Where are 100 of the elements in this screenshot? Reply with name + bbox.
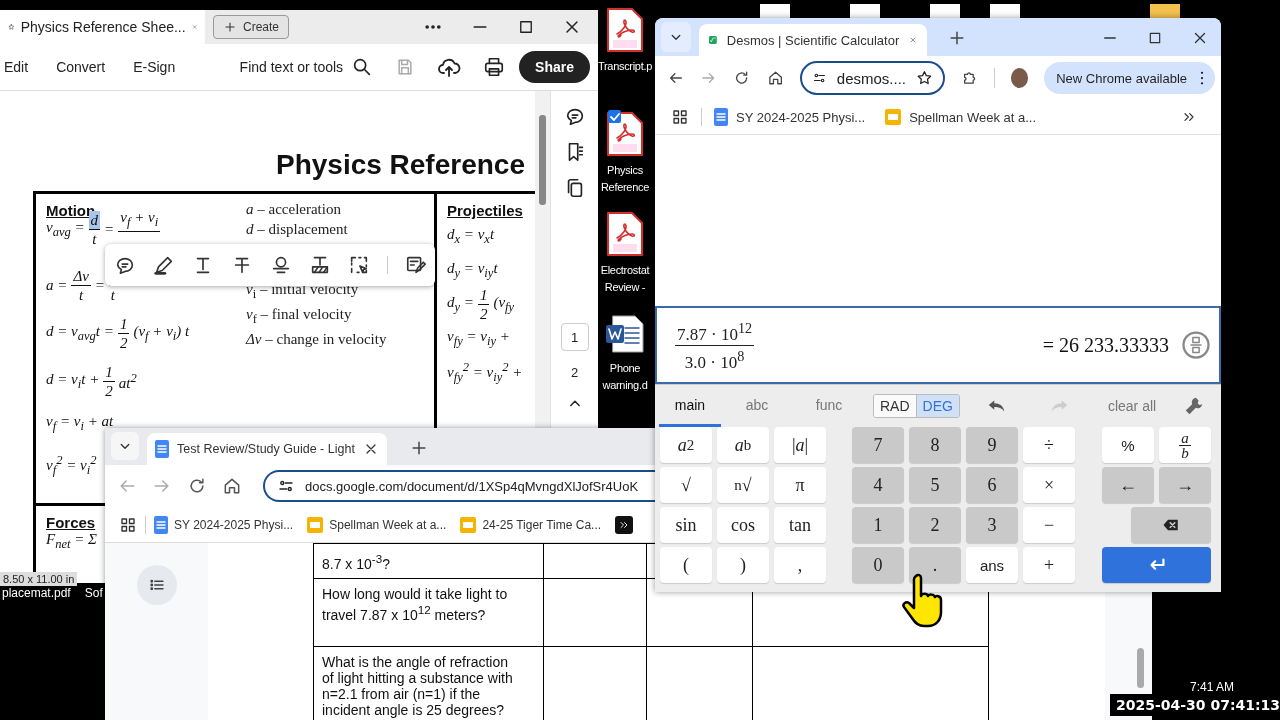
menu-item[interactable]: E-Sign <box>133 59 176 75</box>
formula: d$_{x}$ = v$_{x}$t <box>447 224 495 248</box>
bookmark-link[interactable]: 24-25 Tiger Time Ca... <box>482 517 602 532</box>
expression-input[interactable]: 7.87 · 10$^{12}$ 3.0 · 10$^{8}$ <box>675 317 755 373</box>
pen-icon[interactable] <box>152 254 175 276</box>
formula: F$_{net}$ = Σ <box>46 531 97 552</box>
clear-all-button[interactable]: clear all <box>1107 398 1157 414</box>
slides-icon <box>885 109 902 125</box>
keypad-key[interactable]: ( <box>660 547 712 583</box>
checkbox-icon[interactable] <box>608 110 621 123</box>
avatar[interactable] <box>1010 68 1029 88</box>
formula: v$_{f}$ = v$_{i}$ + at <box>46 411 114 435</box>
document-tab[interactable]: Physics Reference Shee... <box>0 10 205 44</box>
keypad-key[interactable]: 2 <box>909 507 961 543</box>
keypad-key[interactable]: , <box>774 547 826 583</box>
section-heading: Forces <box>46 514 96 531</box>
bookmark-link[interactable]: Spellman Week at a... <box>329 517 447 532</box>
definition: d – displacement <box>246 220 349 239</box>
keypad-key[interactable]: tan <box>774 507 826 543</box>
fraction-toggle-icon[interactable] <box>1181 330 1211 360</box>
keypad-key[interactable]: sin <box>660 507 712 543</box>
backspace-key[interactable] <box>1131 507 1211 543</box>
address-bar[interactable]: desmos.... <box>799 61 945 95</box>
icon-label[interactable]: Transcript.p <box>596 58 654 75</box>
outline-button[interactable] <box>136 565 177 605</box>
keypad-key[interactable]: → <box>1159 467 1211 503</box>
bookmark-link[interactable]: SY 2024-2025 Physi... <box>174 517 294 532</box>
formula: d$_{y}$ = v$_{iy}$t <box>447 258 498 282</box>
page-number[interactable]: 2 <box>561 359 588 385</box>
reload-icon[interactable] <box>187 476 207 496</box>
keypad-key[interactable]: 8 <box>909 427 961 463</box>
maximize-icon[interactable] <box>517 18 535 36</box>
scrollbar-thumb[interactable] <box>539 115 546 205</box>
bookmark-link[interactable]: SY 2024-2025 Physi... <box>736 109 866 125</box>
browser-tab[interactable]: Test Review/Study Guide - Light <box>147 433 387 465</box>
pdf-file-icon[interactable] <box>607 212 643 256</box>
home-icon[interactable] <box>222 476 242 496</box>
keypad-key[interactable]: 9 <box>966 427 1018 463</box>
bookmark-link[interactable]: Spellman Week at a... <box>909 109 1037 125</box>
share-button[interactable]: Share <box>519 51 590 83</box>
pdf-file-icon[interactable] <box>607 8 643 52</box>
maximize-icon[interactable] <box>1147 30 1163 46</box>
plus-icon <box>223 20 237 34</box>
keypad-tab[interactable]: abc <box>721 385 793 427</box>
keypad-key[interactable]: 7 <box>852 427 904 463</box>
star-icon[interactable] <box>916 69 933 87</box>
keypad-key[interactable]: π <box>774 467 826 503</box>
keypad-key[interactable]: . <box>909 547 961 583</box>
keypad-key[interactable]: % <box>1102 427 1154 463</box>
keypad-key[interactable]: ÷ <box>1023 427 1075 463</box>
keypad-key[interactable]: cos <box>717 507 769 543</box>
definition: Δv – change in velocity <box>246 330 388 349</box>
keypad-key[interactable]: 0 <box>852 547 904 583</box>
page-number[interactable]: 1 <box>560 323 589 351</box>
keypad-key[interactable]: 1 <box>852 507 904 543</box>
icon-label[interactable]: Electrostat Review - <box>596 262 654 296</box>
address-bar[interactable]: docs.google.com/document/d/1XSp4qMvngdXlJofSr4UoK <box>263 470 655 502</box>
definition: a – acceleration <box>246 200 342 219</box>
menu-item[interactable]: Edit <box>4 59 29 75</box>
print-icon[interactable] <box>483 56 506 78</box>
document-icon <box>714 108 728 126</box>
keypad-key[interactable]: ← <box>1102 467 1154 503</box>
keypad-key[interactable]: × <box>1023 467 1075 503</box>
find-tools-link[interactable]: Find text or tools <box>239 59 344 75</box>
apps-icon[interactable] <box>671 108 689 126</box>
browser-tab[interactable]: Desmos | Scientific Calculator <box>699 24 927 56</box>
icon-label[interactable]: Sof <box>84 586 103 600</box>
keypad-key[interactable]: − <box>1023 507 1075 543</box>
create-button[interactable]: Create <box>213 15 290 39</box>
icon-label[interactable]: Physics Reference <box>596 162 654 196</box>
keypad-key[interactable]: |a| <box>774 427 826 463</box>
result-value: = 26 233.33333 <box>1042 333 1169 357</box>
scrollbar-thumb[interactable] <box>1137 648 1144 688</box>
question-text: 8.7 x 10$^{-3}$? <box>322 551 391 572</box>
definition: v$_{f}$ – final velocity <box>246 305 353 328</box>
keypad-tab[interactable]: func <box>793 385 865 427</box>
more-bookmarks-icon[interactable] <box>615 515 634 534</box>
keypad-key[interactable]: 5 <box>909 467 961 503</box>
slides-icon <box>460 516 477 533</box>
apps-icon[interactable] <box>119 515 137 534</box>
angle-mode-toggle[interactable]: RAD <box>874 395 916 417</box>
keypad-key[interactable]: 3 <box>966 507 1018 543</box>
pdf-file-icon[interactable] <box>607 112 643 156</box>
formula: v$_{fy}$ = v$_{iy}$ + <box>447 326 510 350</box>
fraction-key[interactable]: a b <box>1159 427 1211 463</box>
clock-time: 7:41 AM <box>1190 680 1235 694</box>
keypad-key[interactable]: + <box>1023 547 1075 583</box>
keypad-key[interactable]: ) <box>717 547 769 583</box>
icon-label[interactable]: Phone warning.d <box>596 360 654 394</box>
word-file-icon[interactable] <box>605 314 645 354</box>
update-button[interactable]: New Chrome available <box>1044 62 1215 94</box>
icon-label[interactable]: placemat.pdf <box>2 586 71 600</box>
page-size-label: 8.50 x 11.00 in <box>0 572 78 586</box>
keypad-key[interactable]: ans <box>966 547 1018 583</box>
keypad-key[interactable]: √ <box>660 467 712 503</box>
edit-form-icon[interactable] <box>404 254 427 276</box>
keypad-key[interactable]: 6 <box>966 467 1018 503</box>
keypad-key[interactable]: 4 <box>852 467 904 503</box>
settings-icon[interactable] <box>1183 395 1205 417</box>
menu-item[interactable]: Convert <box>56 59 106 75</box>
